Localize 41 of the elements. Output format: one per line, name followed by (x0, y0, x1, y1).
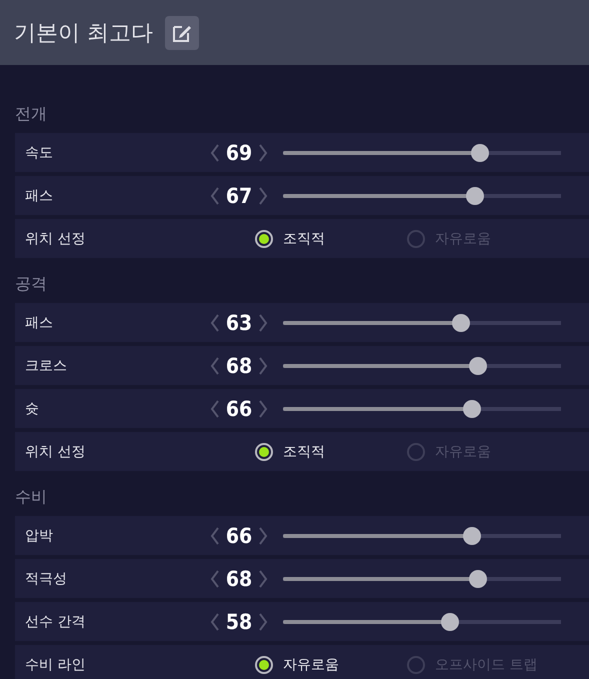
option-label[interactable]: 조직적 (283, 230, 325, 248)
option-label[interactable]: 조직적 (283, 442, 325, 460)
setting-value: 66 (224, 396, 254, 420)
section-title: 전개 (15, 103, 48, 125)
slider-thumb[interactable] (471, 144, 490, 162)
radio-button[interactable] (407, 230, 425, 248)
setting-label: 압박 (25, 526, 54, 544)
setting-value: 66 (224, 524, 254, 548)
setting-label: 패스 (25, 186, 54, 204)
setting-value: 68 (224, 566, 254, 590)
setting-value: 58 (224, 610, 254, 634)
setting-value: 68 (224, 354, 254, 378)
setting-label: 슛 (25, 400, 40, 418)
setting-label: 선수 간격 (25, 612, 86, 630)
slider-thumb[interactable] (463, 526, 482, 544)
slider-thumb[interactable] (463, 400, 482, 418)
radio-button[interactable] (407, 656, 425, 674)
setting-value: 67 (224, 184, 254, 208)
section-title: 공격 (15, 273, 48, 295)
slider-thumb[interactable] (466, 186, 484, 204)
radio-button[interactable] (255, 442, 273, 460)
slider-thumb[interactable] (468, 570, 487, 588)
setting-value: 69 (224, 140, 254, 164)
slider-thumb[interactable] (452, 314, 470, 332)
radio-button[interactable] (255, 230, 273, 248)
section-title: 수비 (15, 486, 48, 508)
setting-label: 수비 라인 (25, 656, 86, 674)
edit-button[interactable] (165, 16, 199, 50)
slider-thumb[interactable] (468, 356, 487, 374)
option-label[interactable]: 자유로움 (283, 656, 339, 674)
setting-label: 위치 선정 (25, 230, 86, 248)
setting-label: 적극성 (25, 570, 68, 588)
radio-button[interactable] (255, 656, 273, 674)
tactic-title: 기본이 최고다 (14, 20, 153, 48)
setting-label: 크로스 (25, 356, 68, 374)
setting-label: 속도 (25, 144, 54, 162)
radio-button[interactable] (407, 442, 425, 460)
setting-label: 패스 (25, 314, 54, 332)
setting-label: 위치 선정 (25, 442, 86, 460)
slider-thumb[interactable] (440, 612, 459, 630)
setting-value: 63 (224, 310, 254, 334)
